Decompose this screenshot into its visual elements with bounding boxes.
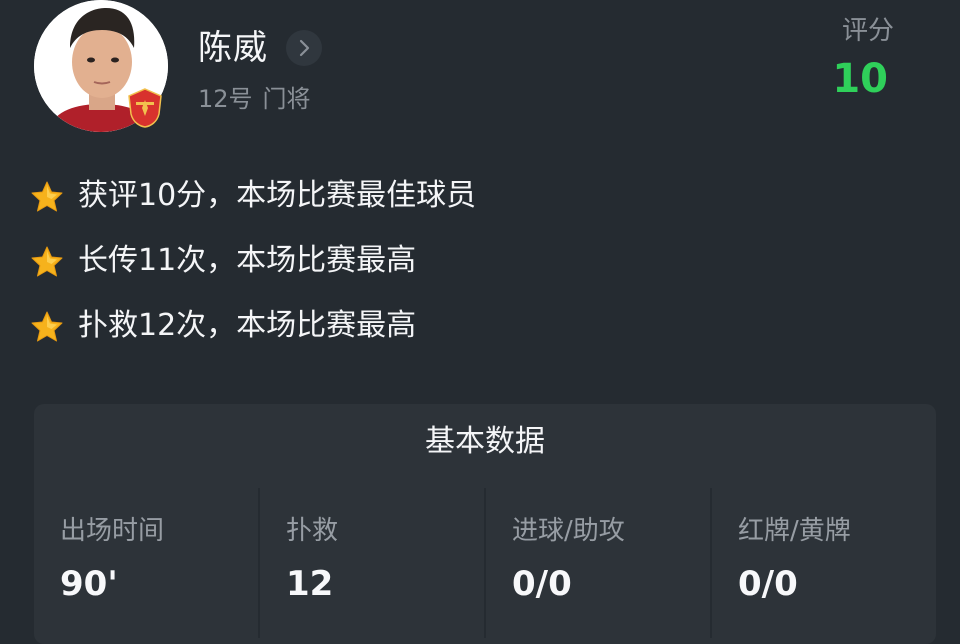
stat-cell-minutes: 出场时间 90'	[34, 488, 258, 638]
stat-label: 出场时间	[60, 516, 165, 546]
player-number: 12号	[198, 85, 253, 113]
highlights-list: 获评10分，本场比赛最佳球员 长传11次，本场比赛最高 扑救12次，本场比赛最高	[30, 172, 910, 367]
rating-label: 评分	[841, 16, 894, 46]
stat-label: 扑救	[286, 516, 339, 546]
highlight-item: 获评10分，本场比赛最佳球员	[30, 172, 910, 237]
stats-title: 基本数据	[425, 424, 545, 459]
player-name[interactable]: 陈威	[198, 26, 268, 70]
player-meta: 12号 门将	[198, 82, 311, 116]
highlight-item: 扑救12次，本场比赛最高	[30, 302, 910, 367]
star-icon	[31, 246, 63, 277]
star-icon	[31, 311, 63, 342]
stat-cell-cards: 红牌/黄牌 0/0	[710, 488, 936, 638]
stat-value: 12	[286, 564, 334, 604]
stat-value: 90'	[60, 564, 118, 604]
highlight-text: 长传11次，本场比赛最高	[78, 243, 417, 278]
stat-cell-saves: 扑救 12	[258, 488, 484, 638]
stat-value: 0/0	[738, 564, 798, 604]
highlight-text: 扑救12次，本场比赛最高	[78, 308, 417, 343]
highlight-text: 获评10分，本场比赛最佳球员	[78, 178, 477, 213]
highlight-item: 长传11次，本场比赛最高	[30, 237, 910, 302]
stat-value: 0/0	[512, 564, 572, 604]
rating-value: 10	[832, 56, 888, 102]
star-icon	[31, 181, 63, 212]
club-badge-icon	[128, 88, 162, 128]
stat-cell-goals-assists: 进球/助攻 0/0	[484, 488, 710, 638]
stat-label: 红牌/黄牌	[738, 516, 851, 546]
stats-row: 出场时间 90' 扑救 12 进球/助攻 0/0 红牌/黄牌 0/0	[34, 488, 936, 638]
player-detail-button[interactable]	[286, 30, 322, 66]
player-position: 门将	[262, 85, 311, 113]
stat-label: 进球/助攻	[512, 516, 625, 546]
player-header: 陈威 12号 门将 评分 10	[0, 0, 960, 150]
basic-stats-card: 基本数据 出场时间 90' 扑救 12 进球/助攻 0/0 红牌/黄牌 0/0	[34, 404, 936, 644]
chevron-right-icon	[299, 39, 310, 57]
